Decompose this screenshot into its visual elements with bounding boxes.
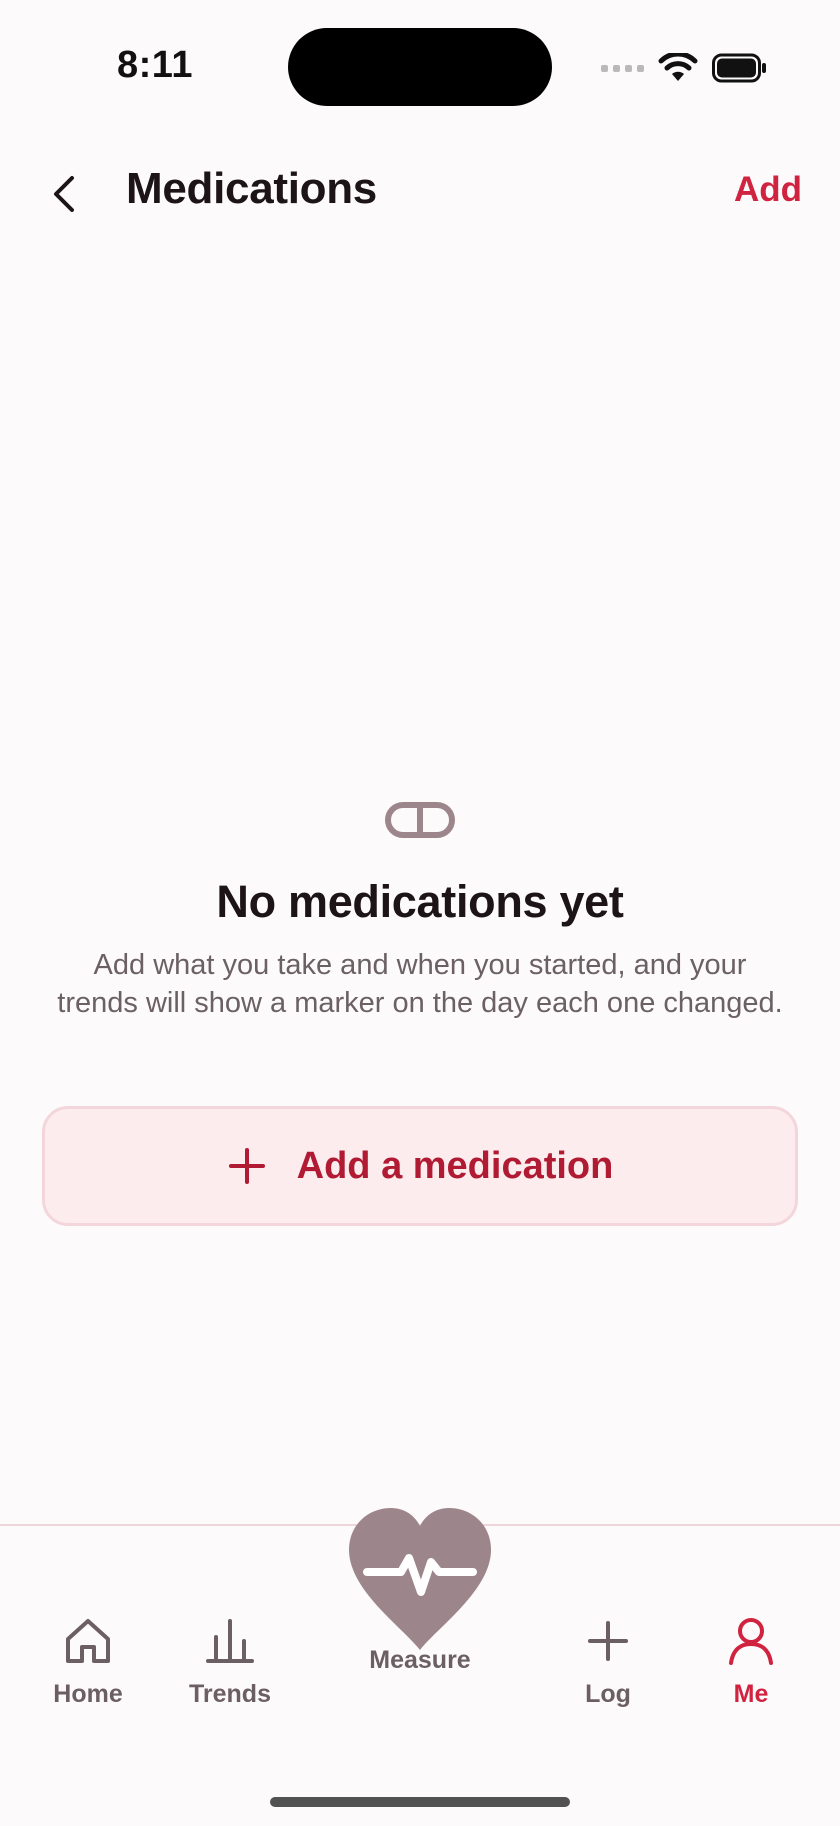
empty-description: Add what you take and when you started, … [57,949,783,1019]
back-button[interactable] [36,166,92,222]
page-title: Medications [126,164,377,213]
tab-log[interactable]: Log [553,1614,663,1709]
add-medication-button[interactable]: Add a medication [42,1106,798,1226]
bar-chart-icon [206,1619,254,1663]
status-time: 8:11 [117,44,193,86]
nav-bar: Medications Add [0,150,840,240]
tab-log-label: Log [585,1680,631,1708]
tab-me-label: Me [733,1680,769,1708]
tab-trends-label: Trends [189,1680,271,1708]
chevron-left-icon [54,176,74,212]
person-icon [729,1618,773,1665]
tab-home-label: Home [53,1680,123,1708]
status-icons [601,50,768,86]
empty-title: No medications yet [216,876,624,927]
home-indicator [270,1797,570,1807]
add-medication-label: Add a medication [296,1144,614,1187]
plus-icon [228,1148,265,1184]
tab-measure[interactable]: Measure [330,1504,510,1675]
pill-icon [385,802,455,838]
house-icon [66,1619,110,1663]
heart-pulse-icon [349,1508,491,1650]
empty-state: No medications yet Add what you take and… [0,790,840,1022]
tab-bar: Home Trends Measure Log Me [0,1508,840,1826]
add-button[interactable]: Add [734,170,802,210]
tab-trends[interactable]: Trends [175,1614,285,1709]
tab-home[interactable]: Home [33,1614,143,1709]
dynamic-island [288,28,552,106]
tab-measure-label: Measure [369,1646,471,1674]
battery-icon [712,53,768,83]
signal-dots-icon [601,64,644,72]
screen: 8:11 Medications Add No medications yet … [0,0,840,1826]
tab-me[interactable]: Me [696,1614,806,1709]
plus-icon [588,1621,628,1661]
wifi-icon [658,53,698,83]
